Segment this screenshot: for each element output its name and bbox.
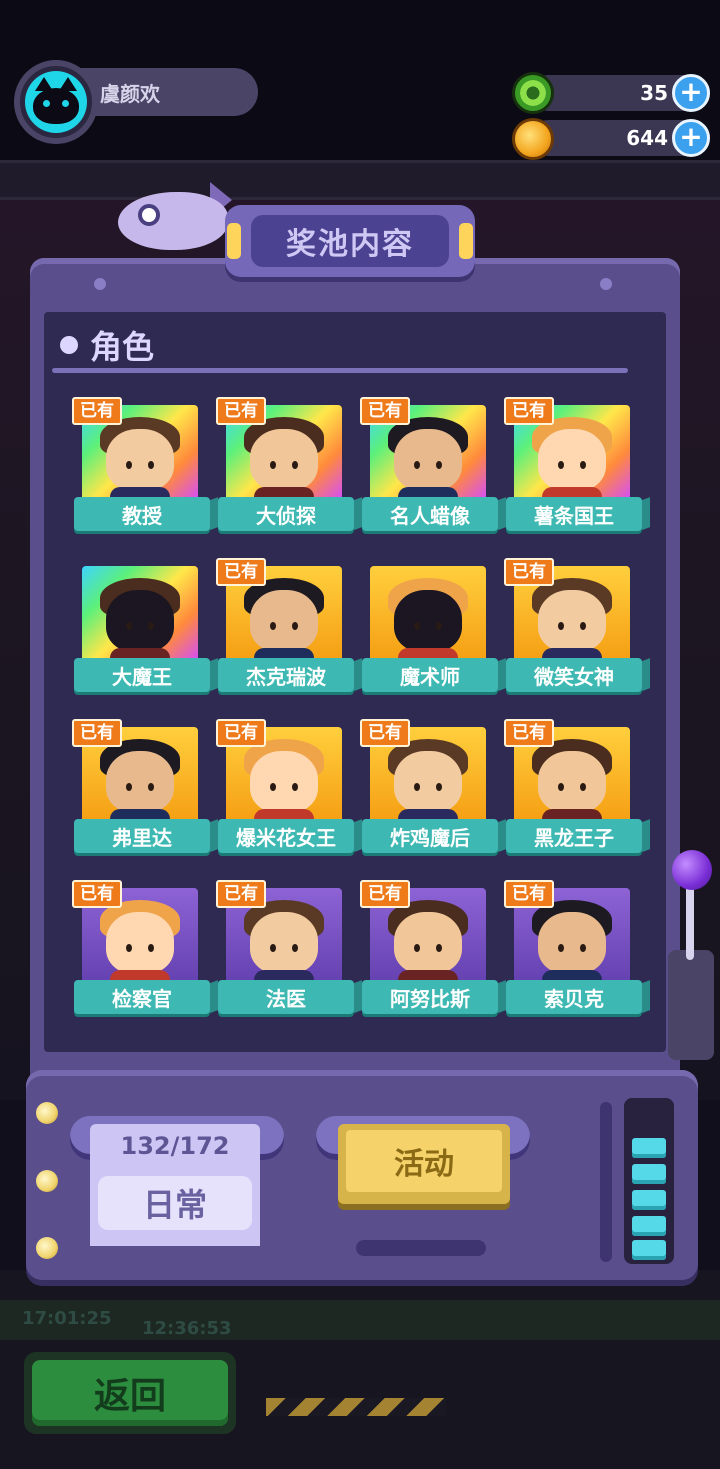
- add-donut-button[interactable]: +: [672, 74, 710, 112]
- character-card[interactable]: 黑龙王子 已有: [502, 717, 650, 857]
- character-name: 阿努比斯: [362, 980, 498, 1014]
- character-card[interactable]: 索贝克 已有: [502, 878, 650, 1018]
- plus-icon: +: [679, 75, 703, 108]
- ticket-slot-bottom: [356, 1240, 486, 1256]
- character-card[interactable]: 薯条国王 已有: [502, 395, 650, 535]
- fish-mascot-icon: [118, 182, 238, 262]
- cat-avatar-icon: [25, 71, 87, 133]
- character-card[interactable]: 阿努比斯 已有: [358, 878, 506, 1018]
- back-button-label: 返回: [32, 1360, 228, 1426]
- character-name: 检察官: [74, 980, 210, 1014]
- character-portrait: [370, 566, 486, 662]
- character-name: 大侦探: [218, 497, 354, 531]
- character-name: 爆米花女王: [218, 819, 354, 853]
- panel-title: 奖池内容: [251, 215, 449, 267]
- resource-coin-amount: 644: [626, 126, 668, 150]
- owned-badge: 已有: [504, 397, 554, 425]
- player-name-bar[interactable]: 虞颜欢: [80, 68, 258, 116]
- background-timer: 12:36:53: [142, 1318, 232, 1339]
- owned-badge: 已有: [72, 719, 122, 747]
- resource-donut-amount: 35: [640, 81, 668, 105]
- character-card[interactable]: 杰克瑞波 已有: [214, 556, 362, 696]
- character-portrait: [82, 566, 198, 662]
- owned-badge: 已有: [360, 397, 410, 425]
- owned-badge: 已有: [504, 719, 554, 747]
- character-card[interactable]: 微笑女神 已有: [502, 556, 650, 696]
- character-card[interactable]: 检察官 已有: [70, 878, 218, 1018]
- character-name: 微笑女神: [506, 658, 642, 692]
- event-pool-button[interactable]: 活动: [346, 1130, 502, 1192]
- owned-badge: 已有: [216, 558, 266, 586]
- owned-badge: 已有: [504, 880, 554, 908]
- rivet: [600, 278, 612, 290]
- character-name: 黑龙王子: [506, 819, 642, 853]
- character-name: 教授: [74, 497, 210, 531]
- progress-meter: [624, 1098, 674, 1264]
- green-donut-icon: [512, 72, 554, 114]
- background-rail: [0, 160, 720, 200]
- hazard-stripe: [266, 1398, 446, 1416]
- character-card[interactable]: 教授 已有: [70, 395, 218, 535]
- character-card[interactable]: 炸鸡魔后 已有: [358, 717, 506, 857]
- character-card[interactable]: 名人蜡像 已有: [358, 395, 506, 535]
- character-card[interactable]: 弗里达 已有: [70, 717, 218, 857]
- add-coin-button[interactable]: +: [672, 119, 710, 157]
- character-name: 法医: [218, 980, 354, 1014]
- owned-badge: 已有: [216, 880, 266, 908]
- player-name: 虞颜欢: [100, 81, 160, 106]
- character-card[interactable]: 爆米花女王 已有: [214, 717, 362, 857]
- lever-stick: [686, 880, 694, 960]
- character-name: 弗里达: [74, 819, 210, 853]
- owned-badge: 已有: [216, 397, 266, 425]
- owned-badge: 已有: [360, 719, 410, 747]
- daily-pool-tab[interactable]: 132/172 日常: [90, 1124, 260, 1246]
- character-name: 魔术师: [362, 658, 498, 692]
- gold-planet-coin-icon: [512, 118, 554, 160]
- light-bulb-icon: [36, 1170, 58, 1192]
- section-divider: [52, 368, 628, 373]
- character-name: 杰克瑞波: [218, 658, 354, 692]
- daily-pool-count: 132/172: [120, 1132, 230, 1160]
- light-bulb-icon: [36, 1102, 58, 1124]
- owned-badge: 已有: [72, 880, 122, 908]
- character-card[interactable]: 大魔王: [70, 556, 218, 696]
- meter-rail: [600, 1102, 612, 1262]
- background-timer: 17:01:25: [22, 1308, 112, 1329]
- lever-base: [668, 950, 714, 1060]
- character-name: 名人蜡像: [362, 497, 498, 531]
- character-name: 索贝克: [506, 980, 642, 1014]
- character-card[interactable]: 魔术师: [358, 556, 506, 696]
- owned-badge: 已有: [216, 719, 266, 747]
- character-name: 炸鸡魔后: [362, 819, 498, 853]
- daily-pool-button[interactable]: 日常: [98, 1176, 252, 1230]
- light-bulb-icon: [36, 1237, 58, 1259]
- section-title: 角色: [90, 328, 155, 366]
- owned-badge: 已有: [504, 558, 554, 586]
- panel-title-plate: 奖池内容: [225, 205, 475, 277]
- event-pool-tab[interactable]: 活动: [338, 1124, 510, 1204]
- character-name: 薯条国王: [506, 497, 642, 531]
- back-button[interactable]: 返回: [24, 1352, 236, 1434]
- character-card[interactable]: 法医 已有: [214, 878, 362, 1018]
- owned-badge: 已有: [360, 880, 410, 908]
- section-bullet-icon: [60, 336, 78, 354]
- player-avatar[interactable]: [14, 60, 98, 144]
- plus-icon: +: [679, 120, 703, 153]
- character-name: 大魔王: [74, 658, 210, 692]
- lever-knob-icon[interactable]: [672, 850, 712, 890]
- owned-badge: 已有: [72, 397, 122, 425]
- character-card[interactable]: 大侦探 已有: [214, 395, 362, 535]
- rivet: [94, 278, 106, 290]
